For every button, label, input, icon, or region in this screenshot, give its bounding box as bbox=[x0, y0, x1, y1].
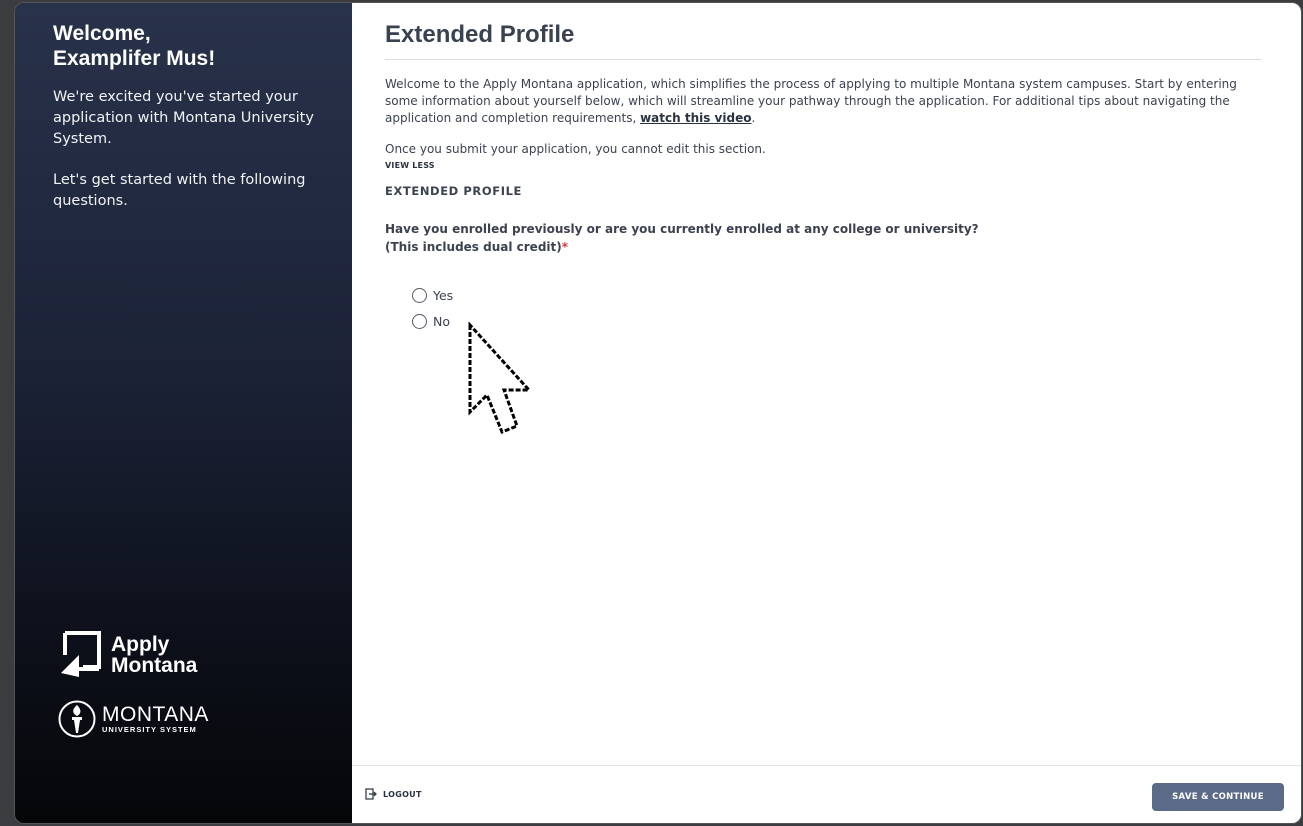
welcome-message: We're excited you've started your applic… bbox=[53, 89, 314, 147]
enrollment-radio-group: Yes No bbox=[412, 282, 1265, 334]
logout-icon bbox=[365, 788, 377, 800]
intro-text: Welcome to the Apply Montana application… bbox=[385, 76, 1265, 127]
required-marker: * bbox=[561, 240, 569, 254]
question-text: Have you enrolled previously or are you … bbox=[385, 222, 979, 254]
torch-seal-icon bbox=[58, 700, 96, 738]
apply-montana-wordmark: Apply Montana bbox=[111, 634, 197, 676]
logout-button[interactable]: LOGOUT bbox=[365, 788, 422, 800]
montana-word: Montana bbox=[111, 654, 198, 677]
view-less-link[interactable]: VIEW LESS bbox=[385, 161, 1265, 170]
footer-bar: LOGOUT SAVE & CONTINUE bbox=[352, 765, 1301, 823]
logout-label: LOGOUT bbox=[383, 789, 422, 799]
mus-name: MONTANA bbox=[102, 702, 209, 726]
welcome-heading: Welcome, Examplifer Mus! bbox=[53, 21, 328, 71]
radio-yes[interactable] bbox=[412, 287, 427, 303]
apply-montana-logo-icon bbox=[61, 631, 101, 677]
mouse-cursor-icon bbox=[468, 322, 533, 434]
logos: Apply Montana MONTANA UNIVERSITY SYSTEM bbox=[57, 629, 209, 739]
mus-wordmark: MONTANA UNIVERSITY SYSTEM bbox=[102, 702, 209, 734]
welcome-text: Welcome, bbox=[53, 22, 151, 45]
save-continue-button[interactable]: SAVE & CONTINUE bbox=[1152, 783, 1284, 811]
section-heading: EXTENDED PROFILE bbox=[385, 184, 522, 198]
intro-body: Welcome to the Apply Montana application… bbox=[385, 77, 1237, 125]
welcome-prompt: Let's get started with the following que… bbox=[53, 172, 306, 209]
enrollment-question: Have you enrolled previously or are you … bbox=[385, 220, 985, 256]
mus-subtitle: UNIVERSITY SYSTEM bbox=[102, 724, 197, 734]
main-form: Extended Profile Welcome to the Apply Mo… bbox=[352, 3, 1301, 334]
mus-logo: MONTANA UNIVERSITY SYSTEM bbox=[57, 699, 209, 739]
page-title: Extended Profile bbox=[385, 21, 1261, 60]
intro-end: . bbox=[751, 111, 756, 125]
radio-yes-label: Yes bbox=[433, 287, 454, 303]
radio-no[interactable] bbox=[412, 313, 427, 329]
sidebar: Welcome, Examplifer Mus! We're excited y… bbox=[15, 3, 352, 823]
edit-note: Once you submit your application, you ca… bbox=[385, 142, 766, 156]
apply-word: Apply bbox=[111, 633, 170, 656]
radio-option-yes[interactable]: Yes bbox=[412, 282, 1265, 308]
app-window: Welcome, Examplifer Mus! We're excited y… bbox=[14, 2, 1302, 824]
apply-montana-logo: Apply Montana bbox=[57, 629, 209, 681]
radio-no-label: No bbox=[433, 313, 450, 329]
radio-option-no[interactable]: No bbox=[412, 308, 1265, 334]
watch-video-link[interactable]: watch this video bbox=[640, 111, 751, 125]
user-name: Examplifer Mus! bbox=[53, 47, 216, 70]
